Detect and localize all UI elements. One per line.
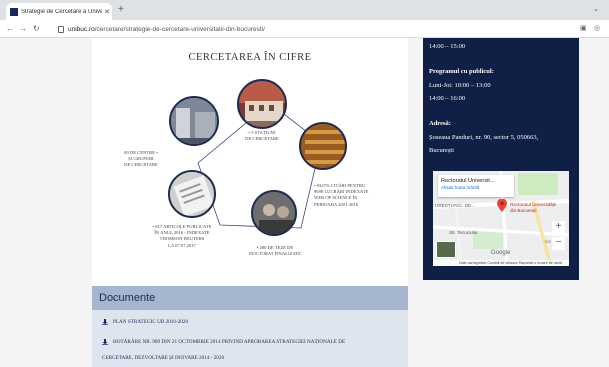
caption-research-centers: 80 DE CENTRE • ȘI GRUPURI DE CERCETARE (124, 150, 158, 168)
caption-doctoral-theses: • 280 DE TEZE DE DOCTORAT FINALIZATE (249, 245, 301, 257)
address-bar-row: ← → ↻ unibuc.ro/cercetare/strategie-de-c… (0, 20, 609, 38)
map-place-popup: Rectoratul Universit... Afișați harta mă… (438, 175, 514, 197)
extension-icon[interactable]: ▣ (580, 24, 587, 32)
map-street-label: Str. Tecuciului (449, 230, 478, 235)
site-favicon-icon (10, 7, 18, 16)
document-link-hotarare-909[interactable]: HOTĂRÂRE NR. 909 DIN 21 OCTOMBRIE 2014 P… (102, 339, 345, 345)
map-satellite-toggle[interactable] (436, 241, 456, 258)
public-hours-1: Luni-Joi: 10:00 – 13:00 (429, 82, 491, 89)
address-line1: Șoseaua Panduri, nr. 90, sector 5, 05066… (429, 134, 539, 141)
browser-tab[interactable]: Strategie de Cercetare a Universit ✕ (6, 3, 112, 20)
map-pin-icon[interactable] (497, 199, 507, 212)
url-field[interactable]: unibuc.ro/cercetare/strategie-de-cerceta… (58, 22, 578, 36)
map-place-label: Ce (545, 239, 551, 244)
map-popup-name: Rectoratul Universit... (441, 178, 495, 184)
page-viewport: CERCETAREA ÎN CIFRE • 5 STAȚIUNI DE CERC… (0, 38, 609, 367)
browser-tab-bar: Strategie de Cercetare a Universit ✕ + ⌄ (0, 0, 609, 20)
url-path: /cercetare/strategie-de-cercetare-univer… (94, 25, 265, 33)
hours-top: 14:00 – 15:00 (429, 43, 466, 50)
profile-icon[interactable]: ◎ (594, 24, 600, 32)
map-enlarge-link[interactable]: Afișați harta mărită (441, 185, 511, 190)
citations-photo (299, 122, 347, 170)
map-zoom-in-button[interactable]: + (552, 221, 565, 234)
map-zoom-out-button[interactable]: − (552, 237, 565, 250)
tab-search-chevron-icon[interactable]: ⌄ (593, 5, 599, 13)
caption-research-stations: • 5 STAȚIUNI DE CERCETARE (245, 130, 279, 142)
map-pin-label: Rectoratul Universității din București (510, 202, 556, 213)
back-icon[interactable]: ← (6, 24, 14, 33)
download-icon (102, 319, 108, 325)
map-footer[interactable]: Date cartografice Condiții de utilizare … (433, 260, 569, 266)
public-hours-label: Programul cu publicul: (429, 68, 494, 75)
documents-list: PLAN STRATEGIC UB 2016-2020 HOTĂRÂRE NR.… (92, 310, 408, 367)
document-label: PLAN STRATEGIC UB 2016-2020 (113, 319, 189, 325)
map-area-label: URESTI-FAC. DE... (435, 203, 476, 208)
reload-icon[interactable]: ↻ (33, 24, 40, 33)
embedded-map[interactable]: Rectoratul Universit... Afișați harta mă… (433, 171, 569, 266)
doctoral-theses-photo (251, 190, 297, 236)
document-label-continuation[interactable]: CERCETARE, DEZVOLTARE ȘI INOVARE 2014 - … (102, 355, 224, 361)
document-label: HOTĂRÂRE NR. 909 DIN 21 OCTOMBRIE 2014 P… (113, 339, 346, 345)
new-tab-button[interactable]: + (118, 4, 124, 15)
document-link-strategic-plan[interactable]: PLAN STRATEGIC UB 2016-2020 (102, 319, 188, 325)
tab-title: Strategie de Cercetare a Universit (21, 8, 102, 15)
address-label: Adresă: (429, 120, 451, 127)
tab-close-icon[interactable]: ✕ (102, 8, 112, 16)
address-line2: București (429, 147, 454, 154)
main-content: CERCETAREA ÎN CIFRE • 5 STAȚIUNI DE CERC… (92, 38, 408, 367)
research-centers-photo (169, 96, 219, 146)
documents-heading: Documente (92, 286, 408, 310)
google-logo: Google (491, 250, 511, 256)
download-icon (102, 339, 108, 345)
caption-citations: • 9327% CITĂRI PENTRU 9698 LUCRĂRI INDEX… (314, 183, 369, 207)
lock-icon (58, 25, 64, 33)
caption-articles: • 817 ARTICOLE PUBLICATE ÎN ANUL 2016 - … (152, 224, 212, 248)
url-host: unibuc.ro (68, 25, 95, 33)
research-stations-photo (237, 79, 287, 129)
contact-sidebar: 14:00 – 15:00 Programul cu publicul: Lun… (423, 38, 579, 280)
forward-icon[interactable]: → (19, 24, 27, 33)
articles-photo (168, 170, 216, 218)
public-hours-2: 14:00 – 16:00 (429, 95, 466, 102)
